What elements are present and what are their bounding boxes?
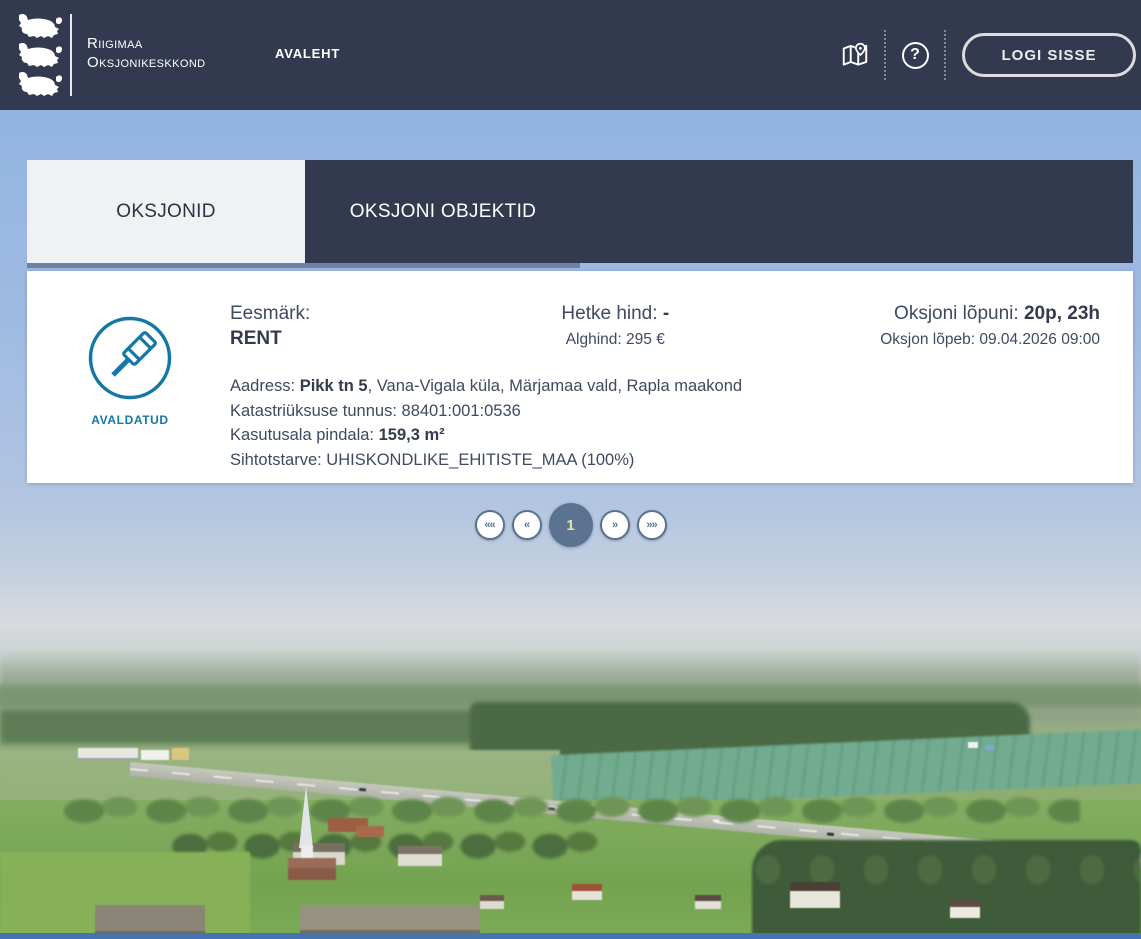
photo-house — [695, 895, 721, 909]
land-use-label: Sihtotstarve: — [230, 451, 326, 469]
map-icon[interactable] — [826, 25, 884, 85]
price-column: Hetke hind: - Alghind: 295 € — [491, 301, 740, 351]
current-price-label: Hetke hind: — [561, 303, 662, 324]
photo-forest-strip — [0, 710, 480, 744]
time-left-label: Oksjoni lõpuni: — [894, 303, 1024, 324]
pagination-last-button[interactable]: »» — [637, 510, 667, 540]
area-line: Kasutusala pindala: 159,3 m² — [230, 423, 1100, 448]
cadastral-value: 88401:001:0536 — [402, 402, 521, 420]
ends-at-label: Oksjon lõpeb: — [880, 331, 979, 348]
address-line: Aadress: Pikk tn 5, Vana-Vigala küla, Mä… — [230, 374, 1100, 399]
login-button[interactable]: LOGI SISSE — [962, 33, 1136, 77]
photo-building — [78, 748, 138, 760]
tab-oksjonid[interactable]: OKSJONID — [27, 160, 305, 263]
pagination-current-page[interactable]: 1 — [549, 503, 593, 547]
area-label: Kasutusala pindala: — [230, 426, 379, 444]
footer-accent-bar — [0, 933, 1141, 939]
auction-details: Eesmärk: RENT Hetke hind: - Alghind: 295… — [193, 301, 1100, 483]
app-header: Riigimaa Oksjonikeskkond AVALEHT ? LOGI … — [0, 0, 1141, 110]
area-value: 159,3 m² — [379, 426, 445, 444]
header-divider — [944, 30, 946, 80]
time-column: Oksjoni lõpuni: 20p, 23h Oksjon lõpeb: 0… — [740, 301, 1100, 351]
photo-church-nave — [288, 858, 336, 880]
tab-underline — [27, 263, 580, 268]
page: Riigimaa Oksjonikeskkond AVALEHT ? LOGI … — [0, 0, 1141, 939]
logo-divider — [70, 14, 72, 96]
pagination-next-button[interactable]: » — [600, 510, 630, 540]
pagination: «« « 1 » »» — [0, 503, 1141, 547]
photo-building — [172, 748, 189, 760]
start-price-label: Alghind: — [566, 331, 626, 348]
estonia-coat-of-arms-icon — [10, 12, 64, 103]
time-left-value: 20p, 23h — [1024, 303, 1100, 324]
purpose-column: Eesmärk: RENT — [230, 301, 491, 351]
photo-building — [141, 750, 169, 760]
photo-house — [572, 884, 602, 900]
nav-item-avaleht[interactable]: AVALEHT — [275, 46, 340, 61]
gavel-icon — [88, 316, 172, 400]
address-label: Aadress: — [230, 377, 300, 395]
start-price-line: Alghind: 295 € — [491, 329, 740, 351]
photo-building — [985, 745, 994, 750]
photo-building — [968, 742, 978, 748]
pagination-prev-button[interactable]: « — [512, 510, 542, 540]
header-actions: ? LOGI SISSE — [826, 0, 1136, 110]
photo-car — [827, 832, 834, 836]
photo-house — [790, 882, 840, 908]
status-badge: AVALDATUD — [91, 413, 168, 427]
site-title-line1: Riigimaa — [87, 34, 206, 53]
photo-red-roof-farm — [356, 826, 384, 837]
photo-house — [480, 895, 504, 909]
ends-at-line: Oksjon lõpeb: 09.04.2026 09:00 — [740, 329, 1100, 351]
land-use-line: Sihtotstarve: UHISKONDLIKE_EHITISTE_MAA … — [230, 448, 1100, 473]
photo-barn — [300, 905, 480, 935]
help-icon[interactable]: ? — [886, 25, 944, 85]
photo-church-spire — [299, 786, 313, 848]
property-details: Aadress: Pikk tn 5, Vana-Vigala küla, Mä… — [230, 374, 1100, 472]
tab-oksjoni-objektid[interactable]: OKSJONI OBJEKTID — [305, 160, 581, 263]
tab-bar: OKSJONID OKSJONI OBJEKTID — [27, 160, 1133, 263]
help-glyph: ? — [902, 42, 929, 69]
auction-list-item[interactable]: AVALDATUD Eesmärk: RENT Hetke hind: - Al… — [27, 271, 1133, 483]
photo-house — [950, 900, 980, 918]
purpose-value: RENT — [230, 326, 491, 351]
pagination-first-button[interactable]: «« — [475, 510, 505, 540]
cadastral-label: Katastriüksuse tunnus: — [230, 402, 402, 420]
current-price-line: Hetke hind: - — [491, 301, 740, 326]
auction-summary-row: Eesmärk: RENT Hetke hind: - Alghind: 295… — [230, 301, 1100, 351]
current-price-value: - — [663, 303, 669, 324]
address-bold: Pikk tn 5 — [300, 377, 368, 395]
site-title-line2: Oksjonikeskkond — [87, 53, 206, 72]
cadastral-line: Katastriüksuse tunnus: 88401:001:0536 — [230, 399, 1100, 424]
time-left-line: Oksjoni lõpuni: 20p, 23h — [740, 301, 1100, 326]
purpose-label: Eesmärk: — [230, 301, 491, 326]
photo-manor-house — [398, 846, 442, 866]
ends-at-value: 09.04.2026 09:00 — [979, 331, 1100, 348]
address-rest: , Vana-Vigala küla, Märjamaa vald, Rapla… — [368, 377, 743, 395]
auction-status-block: AVALDATUD — [67, 301, 193, 483]
site-title: Riigimaa Oksjonikeskkond — [87, 34, 206, 72]
land-use-value: UHISKONDLIKE_EHITISTE_MAA (100%) — [326, 451, 634, 469]
start-price-value: 295 € — [626, 331, 665, 348]
